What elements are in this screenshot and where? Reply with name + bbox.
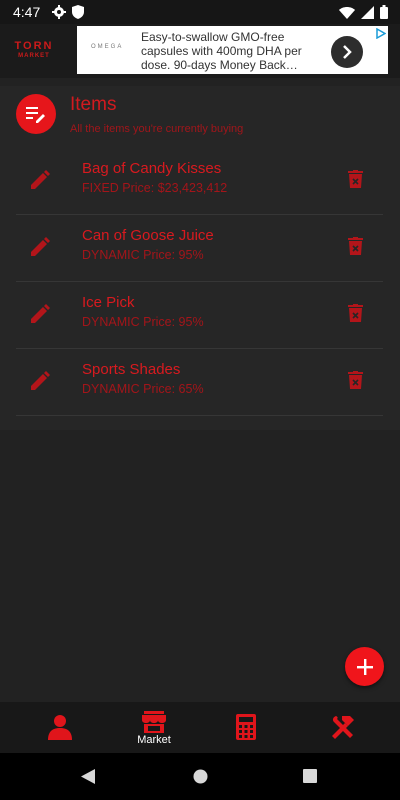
ad-brand: OMEGA [91,44,124,50]
ad-open-button[interactable] [331,36,363,68]
nav-calculator[interactable] [198,702,298,753]
item-price: DYNAMIC Price: 65% [82,382,204,396]
item-name: Sports Shades [82,361,181,378]
pencil-icon[interactable] [30,371,50,391]
logo-line-2: MARKET [18,53,50,59]
pencil-icon[interactable] [30,237,50,257]
status-notification-icons [52,5,84,19]
list-item[interactable]: Ice Pick DYNAMIC Price: 95% [16,282,383,349]
recents-icon[interactable] [303,769,317,783]
ad-choices-icon[interactable] [375,28,386,39]
shield-icon [72,5,84,19]
list-item[interactable]: Sports Shades DYNAMIC Price: 65% [16,349,383,416]
item-price: DYNAMIC Price: 95% [82,315,204,329]
pencil-icon[interactable] [30,304,50,324]
item-name: Can of Goose Juice [82,227,214,244]
list-edit-icon [16,94,56,134]
wifi-icon [339,6,355,19]
status-bar: 4:47 [0,0,400,24]
nav-market-label: Market [137,734,171,746]
tools-icon [332,716,354,739]
section-subtitle: All the items you're currently buying [70,123,244,135]
person-icon [48,715,72,740]
ad-banner[interactable]: OMEGA Easy-to-swallow GMO-free capsules … [77,26,388,74]
top-header: TORN MARKET OMEGA Easy-to-swallow GMO-fr… [0,24,400,78]
system-nav-bar [0,753,400,800]
back-icon[interactable] [81,769,95,784]
home-icon[interactable] [193,769,208,784]
trash-icon[interactable] [348,170,363,188]
status-time: 4:47 [13,4,41,20]
bottom-nav: Market [0,702,400,753]
trash-icon[interactable] [348,237,363,255]
plus-icon [356,658,373,675]
storefront-icon [142,711,166,733]
calculator-icon [236,714,256,740]
trash-icon[interactable] [348,371,363,389]
add-item-button[interactable] [345,647,384,686]
battery-icon [380,5,388,19]
pencil-icon[interactable] [30,170,50,190]
nav-market[interactable]: Market [104,702,204,753]
list-item[interactable]: Can of Goose Juice DYNAMIC Price: 95% [16,215,383,282]
signal-icon [361,5,374,19]
logo-line-1: TORN [14,40,54,52]
status-system-icons [339,5,388,19]
trash-icon[interactable] [348,304,363,322]
ad-text: Easy-to-swallow GMO-free capsules with 4… [141,30,302,72]
item-price: DYNAMIC Price: 95% [82,248,204,262]
item-name: Ice Pick [82,294,135,311]
chevron-right-icon [343,45,352,59]
nav-profile[interactable] [10,702,110,753]
item-name: Bag of Candy Kisses [82,160,222,177]
items-card: Items All the items you're currently buy… [0,86,400,430]
nav-tools[interactable] [292,702,392,753]
gear-icon [52,5,66,19]
torn-market-logo: TORN MARKET [12,40,56,60]
section-title: Items [70,94,117,115]
item-price: FIXED Price: $23,423,412 [82,181,228,195]
list-item[interactable]: Bag of Candy Kisses FIXED Price: $23,423… [16,148,383,215]
